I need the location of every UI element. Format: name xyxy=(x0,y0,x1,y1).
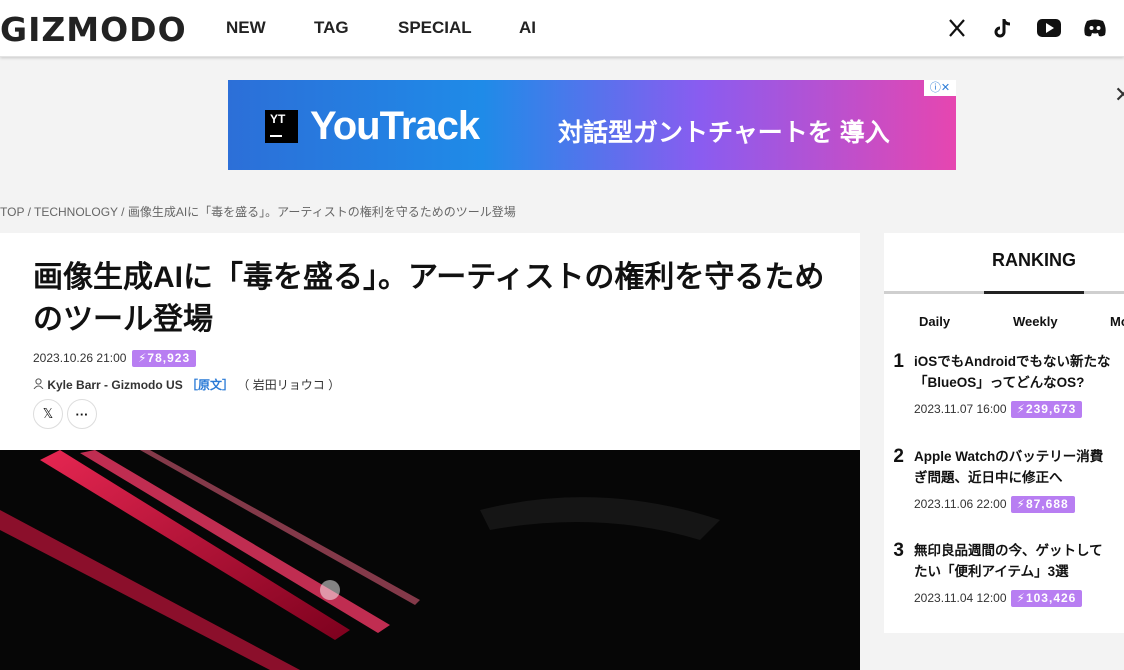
ranking-item-meta: 2023.11.07 16:00 ⚡239,673 xyxy=(914,401,1124,418)
site-header: GIZMODO NEW TAG SPECIAL AI xyxy=(0,0,1124,57)
ranking-item[interactable]: 3 無印良品週間の今、ゲットして たい「便利アイテム」3選 2023.11.04… xyxy=(893,540,1124,607)
ad-choices-icon[interactable]: ⓘ✕ xyxy=(924,80,956,96)
youtube-icon[interactable] xyxy=(1026,14,1072,42)
ad-close-icon[interactable]: ✕ xyxy=(1114,82,1124,108)
byline: Kyle Barr - Gizmodo US ［原文］ （ 岩田リョウコ ） xyxy=(33,376,340,393)
ranking-panel: RANKING Daily Weekly Mo 1 iOSでもAndroidでも… xyxy=(884,233,1124,633)
ad-brand: YouTrack xyxy=(310,104,480,148)
ranking-tab-indicator xyxy=(884,291,1124,294)
x-icon[interactable] xyxy=(934,14,980,42)
ranking-item-title[interactable]: iOSでもAndroidでもない新たな xyxy=(914,351,1124,372)
youtrack-logo-icon: YT xyxy=(265,110,298,143)
ranking-item-date: 2023.11.06 22:00 xyxy=(914,497,1007,511)
share-x-button[interactable]: 𝕏 xyxy=(33,399,63,429)
view-count-badge: ⚡239,673 xyxy=(1010,401,1083,418)
author-name[interactable]: Kyle Barr - Gizmodo US xyxy=(47,378,182,392)
breadcrumb[interactable]: TOP / TECHNOLOGY / 画像生成AIに「毒を盛る」。アーティストの… xyxy=(0,203,516,220)
nav-item-special[interactable]: SPECIAL xyxy=(398,18,519,38)
tab-weekly[interactable]: Weekly xyxy=(1013,314,1058,329)
site-logo[interactable]: GIZMODO xyxy=(0,10,187,49)
ranking-item[interactable]: 2 Apple Watchのバッテリー消費 ぎ問題、近日中に修正へ 2023.1… xyxy=(893,446,1124,513)
rank-number: 3 xyxy=(893,540,904,561)
tab-monthly[interactable]: Mo xyxy=(1110,314,1124,329)
ranking-item-title[interactable]: たい「便利アイテム」3選 xyxy=(914,561,1124,582)
nav-item-tag[interactable]: TAG xyxy=(314,18,398,38)
source-link[interactable]: ［原文］ xyxy=(186,378,234,392)
tiktok-icon[interactable] xyxy=(980,14,1026,42)
ranking-item-date: 2023.11.07 16:00 xyxy=(914,402,1007,416)
article-card: 画像生成AIに「毒を盛る」。アーティストの権利を守るためのツール登場 2023.… xyxy=(0,233,860,670)
nav-item-new[interactable]: NEW xyxy=(226,18,314,38)
view-count-badge: ⚡103,426 xyxy=(1010,590,1083,607)
view-count-badge: ⚡78,923 xyxy=(132,350,197,367)
ranking-item-meta: 2023.11.06 22:00 ⚡87,688 xyxy=(914,496,1124,513)
ranking-item-title[interactable]: 無印良品週間の今、ゲットして xyxy=(914,540,1124,561)
nav-item-ai[interactable]: AI xyxy=(519,18,536,38)
ranking-heading: RANKING xyxy=(992,250,1076,270)
ranking-item[interactable]: 1 iOSでもAndroidでもない新たな 「BlueOS」ってどんなOS? 2… xyxy=(893,351,1124,418)
article-title: 画像生成AIに「毒を盛る」。アーティストの権利を守るためのツール登場 xyxy=(33,261,825,336)
ad-banner[interactable]: YT YouTrack 対話型ガントチャートを 導入 ⓘ✕ xyxy=(228,80,956,170)
view-count-badge: ⚡87,688 xyxy=(1010,496,1075,513)
translator: （ 岩田リョウコ ） xyxy=(237,378,341,392)
discord-icon[interactable] xyxy=(1072,14,1118,42)
social-links xyxy=(934,14,1118,42)
hero-image xyxy=(0,450,860,670)
ranking-item-meta: 2023.11.04 12:00 ⚡103,426 xyxy=(914,590,1124,607)
ranking-item-title[interactable]: 「BlueOS」ってどんなOS? xyxy=(914,372,1124,393)
person-icon xyxy=(33,378,47,392)
main-nav: NEW TAG SPECIAL AI xyxy=(226,18,536,38)
ad-copy: 対話型ガントチャートを 導入 xyxy=(558,119,890,147)
rank-number: 2 xyxy=(893,446,904,467)
share-more-button[interactable]: ··· xyxy=(67,399,97,429)
tab-daily[interactable]: Daily xyxy=(919,314,950,329)
rank-number: 1 xyxy=(893,351,904,372)
article-date: 2023.10.26 21:00 xyxy=(33,351,127,365)
ranking-item-title[interactable]: ぎ問題、近日中に修正へ xyxy=(914,467,1124,488)
ranking-item-date: 2023.11.04 12:00 xyxy=(914,591,1007,605)
ranking-item-title[interactable]: Apple Watchのバッテリー消費 xyxy=(914,446,1124,467)
